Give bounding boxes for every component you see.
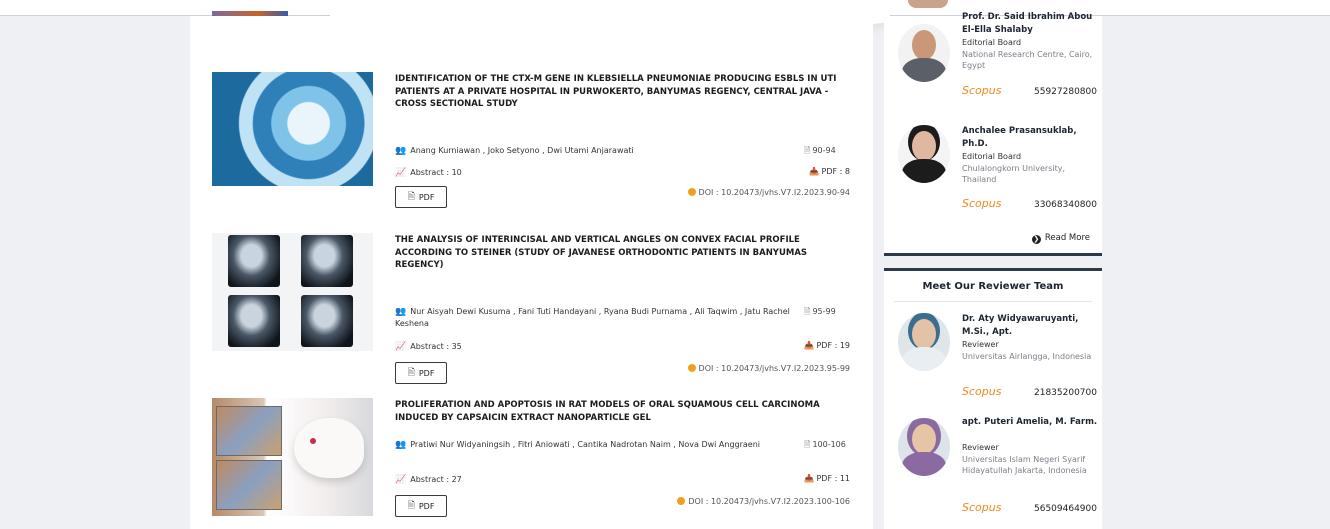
article-title[interactable]: IDENTIFICATION OF THE CTX-M GENE IN KLEB…	[395, 73, 850, 111]
member-affiliation: National Research Centre, Cairo, Egypt	[962, 50, 1093, 70]
pdf-button[interactable]: 🗎 PDF	[395, 362, 447, 384]
member-affiliation: Universitas Airlangga, Indonesia	[962, 352, 1092, 361]
abstract-count: 📈 Abstract : 35	[395, 342, 462, 352]
doi-icon	[687, 188, 696, 196]
download-icon: 📥	[803, 341, 814, 350]
avatar	[898, 125, 950, 183]
scopus-logo: Scopus	[962, 385, 1002, 398]
member-name[interactable]: apt. Puteri Amelia, M. Farm.	[962, 416, 1098, 429]
users-icon: 👥	[395, 307, 407, 317]
chevron-circle-right-icon: ❯	[1031, 235, 1041, 244]
pdf-button[interactable]: 🗎 PDF	[395, 495, 447, 517]
download-icon: 📥	[809, 167, 819, 176]
article-authors: 👥 Nur Aisyah Dewi Kusuma , Fani Tuti Hand…	[395, 307, 790, 328]
users-icon: 👥	[395, 440, 407, 450]
avatar	[898, 313, 950, 371]
doi-icon	[677, 497, 686, 505]
article-pages: 🗎 95-99	[804, 307, 836, 316]
doi-link[interactable]: DOI : 10.20473/jvhs.V7.I2.2023.95-99	[652, 364, 850, 373]
article-authors: 👥 Pratiwi Nur Widyaningsih , Fitri Aniowa…	[395, 440, 761, 450]
chart-line-icon: 📈	[395, 475, 407, 485]
doi-icon	[687, 364, 696, 372]
article-pages: 🗎 90-94	[804, 146, 836, 155]
chart-line-icon: 📈	[395, 168, 407, 178]
member-role: Editorial Board	[962, 38, 1022, 47]
member-role: Reviewer	[962, 340, 999, 349]
file-pdf-icon: 🗎	[407, 368, 415, 378]
pdf-count: 📥 PDF : 19	[803, 341, 850, 350]
editorial-board-panel: Prof. Dr. Said Ibrahim Abou El-Ella Shal…	[884, 12, 1102, 256]
abstract-count: 📈 Abstract : 27	[395, 475, 462, 485]
member-name[interactable]: Anchalee Prasansuklab, Ph.D.	[962, 125, 1098, 150]
member-role: Reviewer	[962, 443, 999, 452]
divider	[894, 301, 1092, 302]
chart-line-icon: 📈	[395, 342, 407, 352]
article-thumbnail[interactable]	[212, 233, 373, 351]
doi-link[interactable]: DOI : 10.20473/jvhs.V7.I2.2023.100-106	[632, 497, 850, 506]
article-pages: 🗎 100-106	[804, 440, 846, 449]
file-icon: 🗎	[804, 307, 811, 316]
pdf-count: 📥 PDF : 11	[803, 474, 850, 483]
top-header-edge	[0, 0, 1330, 32]
article-title[interactable]: THE ANALYSIS OF INTERINCISAL AND VERTICA…	[395, 234, 850, 272]
section-title: Meet Our Reviewer Team	[922, 281, 1064, 292]
file-pdf-icon: 🗎	[407, 501, 415, 511]
scopus-logo: Scopus	[962, 501, 1002, 514]
member-role: Editorial Board	[962, 152, 1022, 161]
article-authors: 👥 Anang Kurniawan , Joko Setyono , Dwi Ut…	[395, 146, 634, 156]
doi-link[interactable]: DOI : 10.20473/jvhs.V7.I2.2023.90-94	[652, 188, 850, 197]
scopus-logo: Scopus	[962, 197, 1002, 210]
pdf-count: 📥 PDF : 8	[809, 167, 850, 176]
file-pdf-icon: 🗎	[407, 192, 415, 202]
member-name[interactable]: Prof. Dr. Said Ibrahim Abou El-Ella Shal…	[962, 11, 1098, 36]
avatar	[898, 24, 950, 82]
scopus-id[interactable]: 33068340800	[1034, 200, 1097, 210]
previous-member-photo-edge	[908, 0, 948, 8]
article-thumbnail[interactable]	[212, 72, 373, 186]
download-icon: 📥	[803, 474, 814, 483]
scopus-id[interactable]: 55927280800	[1034, 87, 1097, 97]
abstract-count: 📈 Abstract : 10	[395, 168, 462, 178]
users-icon: 👥	[395, 146, 407, 156]
file-icon: 🗎	[804, 440, 811, 449]
member-name[interactable]: Dr. Aty Widyawaruyanti, M.Si., Apt.	[962, 313, 1098, 338]
avatar	[898, 418, 950, 476]
member-affiliation: Chulalongkorn University, Thailand	[962, 164, 1066, 184]
reviewer-team-panel: Meet Our Reviewer Team Dr. Aty Widyawaru…	[884, 268, 1102, 529]
article-title[interactable]: PROLIFERATION AND APOPTOSIS IN RAT MODEL…	[395, 399, 850, 424]
member-affiliation: Universitas Islam Negeri Syarif Hidayatu…	[962, 455, 1087, 475]
file-icon: 🗎	[804, 146, 811, 155]
read-more-link[interactable]: ❯ Read More	[1031, 233, 1090, 244]
pdf-button[interactable]: 🗎 PDF	[395, 186, 447, 208]
article-list: IDENTIFICATION OF THE CTX-M GENE IN KLEB…	[190, 16, 873, 529]
article-thumbnail[interactable]	[212, 398, 373, 516]
scopus-logo: Scopus	[962, 84, 1002, 97]
scopus-id[interactable]: 56509464900	[1034, 504, 1097, 514]
scopus-id[interactable]: 21835200700	[1034, 388, 1097, 398]
